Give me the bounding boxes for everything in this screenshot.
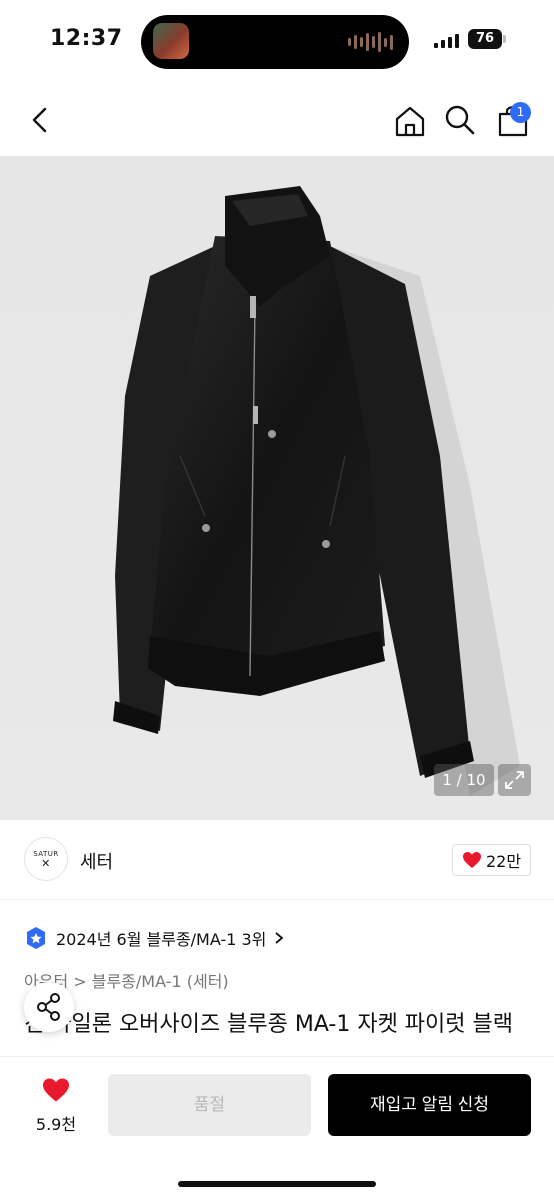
chevron-right-icon xyxy=(275,932,284,944)
soldout-button: 품절 xyxy=(108,1074,311,1136)
image-counter: 1 / 10 xyxy=(434,764,494,796)
product-image[interactable] xyxy=(0,156,554,820)
status-time: 12:37 xyxy=(50,26,123,51)
home-icon[interactable] xyxy=(393,104,427,138)
wishlist-count: 5.9천 xyxy=(35,1115,77,1134)
black-jacket-image xyxy=(113,186,520,796)
home-indicator xyxy=(178,1181,376,1187)
heart-icon xyxy=(462,852,481,868)
brand-logo[interactable]: SATUR ✕ xyxy=(24,837,68,881)
search-icon[interactable] xyxy=(444,104,476,136)
crossed-swords-icon: ✕ xyxy=(41,857,51,870)
ranking-text: 2024년 6월 블루종/MA-1 3위 xyxy=(56,930,267,949)
status-bar: 12:37 76 xyxy=(0,0,554,84)
brand-like-button[interactable]: 22만 xyxy=(452,844,531,876)
heart-filled-icon xyxy=(43,1078,69,1102)
restock-alert-button[interactable]: 재입고 알림 신청 xyxy=(328,1074,531,1136)
brand-name[interactable]: 세터 xyxy=(80,848,113,874)
share-button[interactable] xyxy=(24,982,74,1032)
now-playing-artwork xyxy=(153,23,189,59)
ranking-link[interactable]: 2024년 6월 블루종/MA-1 3위 xyxy=(24,924,284,952)
expand-icon[interactable] xyxy=(498,764,531,796)
wishlist-button[interactable]: 5.9천 xyxy=(28,1077,84,1135)
dynamic-island[interactable] xyxy=(141,15,409,69)
ranking-badge-icon xyxy=(27,927,45,949)
bottom-action-bar: 5.9천 품절 재입고 알림 신청 xyxy=(0,1056,554,1200)
cellular-signal-icon xyxy=(434,32,459,48)
cart-count-badge: 1 xyxy=(510,102,531,123)
back-arrow-icon[interactable] xyxy=(24,104,56,136)
top-navigation xyxy=(0,94,554,148)
battery-indicator: 76 xyxy=(468,29,502,49)
audio-waveform-icon xyxy=(348,31,393,53)
brand-like-count: 22만 xyxy=(485,852,522,871)
brand-row[interactable]: SATUR ✕ 세터 22만 xyxy=(0,820,554,900)
battery-tip xyxy=(503,35,506,43)
product-title: 진 나일론 오버사이즈 블루종 MA-1 자켓 파이럿 블랙 xyxy=(24,1012,513,1037)
share-icon xyxy=(37,993,60,1021)
